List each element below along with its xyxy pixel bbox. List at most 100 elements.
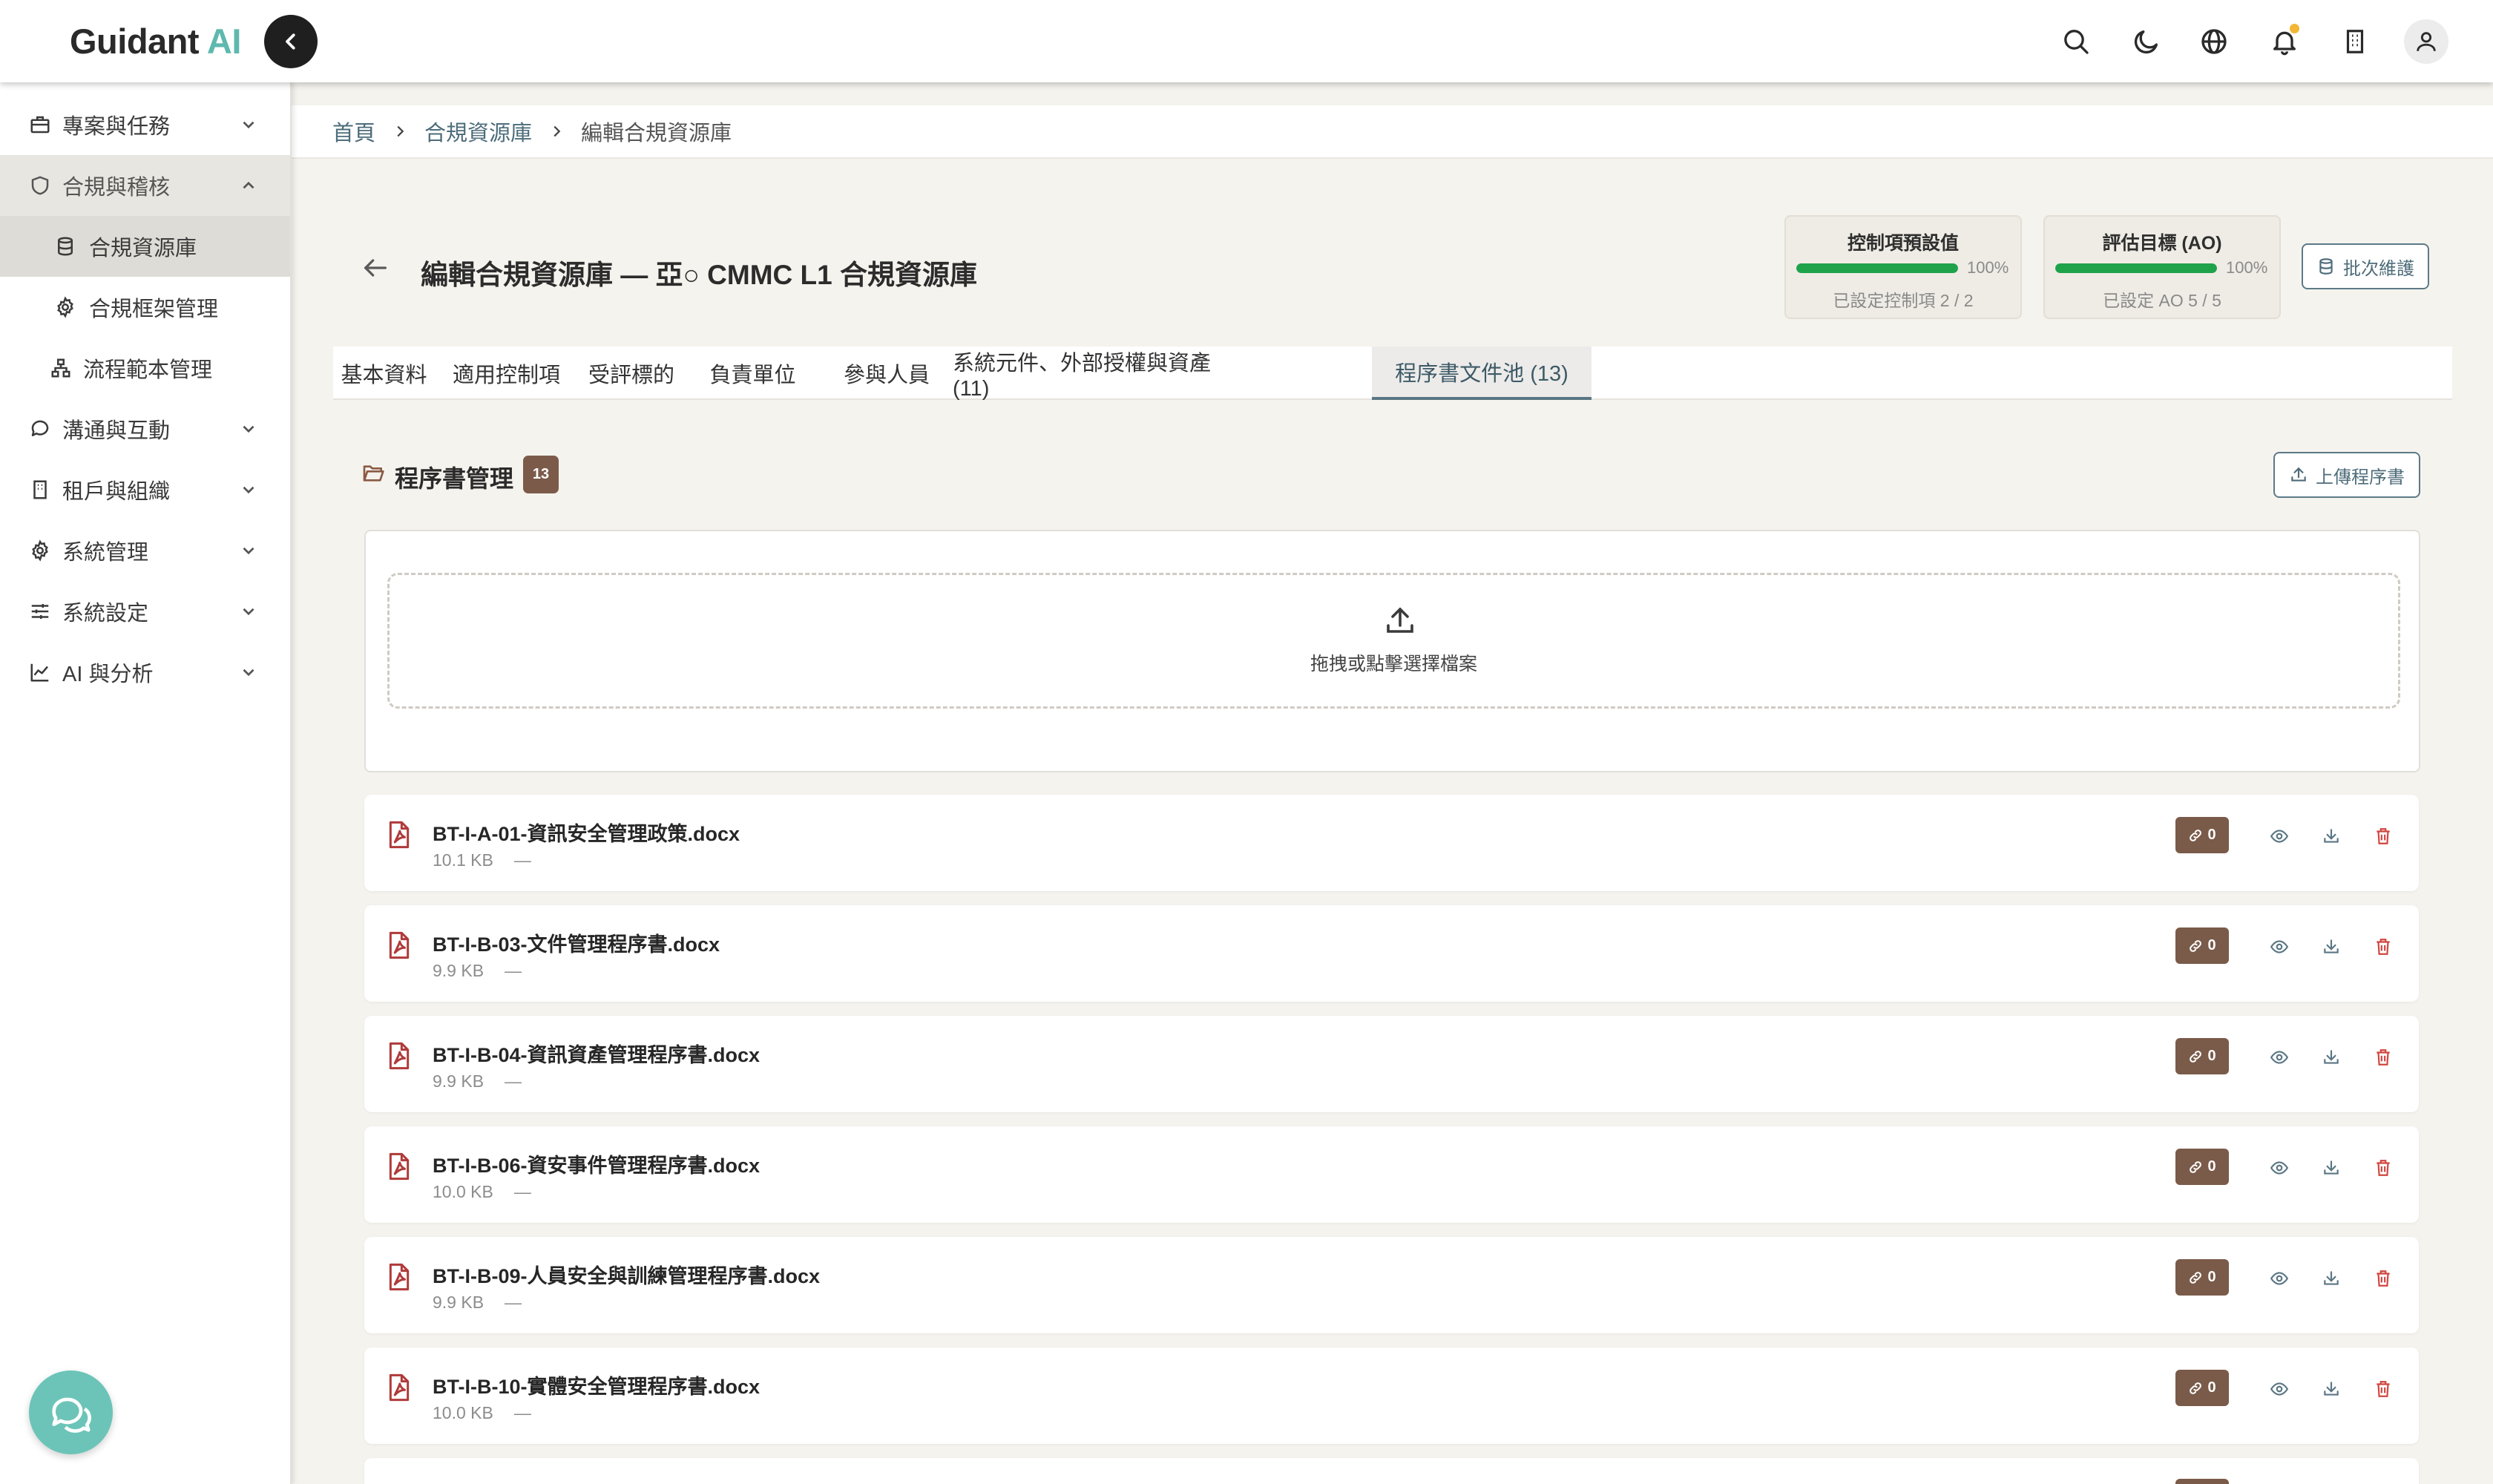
preview-button[interactable] xyxy=(2267,824,2291,848)
link-count-badge[interactable]: 0 xyxy=(2175,928,2229,964)
delete-button[interactable] xyxy=(2371,824,2395,848)
sidebar-collapse-button[interactable] xyxy=(264,15,318,68)
batch-maintain-button[interactable]: 批次維護 xyxy=(2302,243,2429,289)
tab-basic-info[interactable]: 基本資料 xyxy=(333,347,435,400)
upload-procedure-button[interactable]: 上傳程序書 xyxy=(2273,452,2420,498)
delete-button[interactable] xyxy=(2371,1267,2395,1290)
download-button[interactable] xyxy=(2319,935,2343,959)
delete-button[interactable] xyxy=(2371,1045,2395,1069)
sidebar-item-label: 租戶與組織 xyxy=(62,480,171,504)
breadcrumb: 首頁 合規資源庫 編輯合規資源庫 xyxy=(292,105,2493,159)
language-button[interactable] xyxy=(2195,22,2233,61)
batch-maintain-label: 批次維護 xyxy=(2343,258,2414,279)
delete-button[interactable] xyxy=(2371,1377,2395,1401)
file-meta: 9.9 KB — xyxy=(433,1293,522,1313)
preview-button[interactable] xyxy=(2267,935,2291,959)
upload-icon xyxy=(2291,467,2306,482)
link-count-badge[interactable] xyxy=(2175,1479,2229,1484)
moon-icon xyxy=(2134,30,2158,54)
chevron-down-icon xyxy=(243,547,254,555)
organization-button[interactable] xyxy=(2336,22,2374,61)
stat-card-control-defaults: 控制項預設值 100% 已設定控制項 2 / 2 xyxy=(1784,215,2022,319)
delete-button[interactable] xyxy=(2371,935,2395,959)
file-row: BT-I-B-04-資訊資產管理程序書.docx 9.9 KB — 0 xyxy=(364,1016,2419,1112)
link-count-badge[interactable]: 0 xyxy=(2175,817,2229,853)
count-badge: 13 xyxy=(523,456,559,493)
sidebar-item-framework-management[interactable]: 合規框架管理 xyxy=(0,277,290,338)
file-dropzone[interactable]: 拖拽或點擊選擇檔案 xyxy=(387,573,2400,709)
file-row xyxy=(364,1458,2419,1484)
tab-system-components[interactable]: 系統元件、外部授權與資產 (11) xyxy=(953,347,1249,401)
link-icon xyxy=(2190,1050,2202,1063)
chat-bubbles-icon xyxy=(51,1397,91,1433)
upload-panel: 拖拽或點擊選擇檔案 xyxy=(364,530,2420,772)
link-count: 0 xyxy=(2207,1158,2216,1175)
link-count-badge[interactable]: 0 xyxy=(2175,1259,2229,1296)
theme-toggle-button[interactable] xyxy=(2127,22,2166,61)
link-count-badge[interactable]: 0 xyxy=(2175,1038,2229,1074)
tab-label: 參與人員 xyxy=(843,364,930,387)
tab-procedure-pool[interactable]: 程序書文件池 (13) xyxy=(1372,347,1592,400)
database-icon xyxy=(2319,258,2333,275)
link-count-badge[interactable]: 0 xyxy=(2175,1370,2229,1406)
tab-bar: 基本資料 適用控制項 受評標的 負責單位 參與人員 系統元件、外部授權與資產 (… xyxy=(333,347,2452,401)
sidebar-item-tenants[interactable]: 租戶與組織 xyxy=(0,459,290,520)
breadcrumb-home-link[interactable]: 首頁 xyxy=(332,116,375,147)
sidebar-item-process-templates[interactable]: 流程範本管理 xyxy=(0,338,290,398)
chat-fab-button[interactable] xyxy=(29,1370,113,1454)
section-title: 程序書管理 xyxy=(395,465,514,492)
notifications-button[interactable] xyxy=(2265,22,2304,61)
sidebar-item-system-management[interactable]: 系統管理 xyxy=(0,520,290,581)
chevron-right-icon xyxy=(554,125,561,137)
tab-label: 受評標的 xyxy=(588,364,674,387)
file-document-icon xyxy=(389,1042,410,1070)
tab-applicable-controls[interactable]: 適用控制項 xyxy=(435,347,578,400)
upload-procedure-label: 上傳程序書 xyxy=(2316,467,2405,487)
sidebar-item-compliance[interactable]: 合規與稽核 xyxy=(0,155,290,216)
eye-icon xyxy=(2270,1051,2289,1064)
sidebar-item-communication[interactable]: 溝通與互動 xyxy=(0,398,290,459)
eye-icon xyxy=(2270,940,2289,953)
sidebar-item-system-settings[interactable]: 系統設定 xyxy=(0,581,290,642)
file-name[interactable]: BT-I-B-09-人員安全與訓練管理程序書.docx xyxy=(433,1260,820,1289)
tab-assessed-targets[interactable]: 受評標的 xyxy=(578,347,685,400)
tab-responsible-units[interactable]: 負責單位 xyxy=(685,347,821,400)
file-document-icon xyxy=(389,1152,410,1181)
sidebar-item-label: 溝通與互動 xyxy=(62,419,171,443)
search-button[interactable] xyxy=(2057,22,2095,61)
back-arrow-icon[interactable] xyxy=(361,253,390,283)
file-meta: 9.9 KB — xyxy=(433,1071,522,1091)
file-meta: 10.1 KB — xyxy=(433,850,531,870)
file-meta: 10.0 KB — xyxy=(433,1403,531,1423)
tab-participants[interactable]: 參與人員 xyxy=(821,347,953,400)
file-row: BT-I-A-01-資訊安全管理政策.docx 10.1 KB — 0 xyxy=(364,795,2419,891)
preview-button[interactable] xyxy=(2267,1156,2291,1180)
sidebar-item-projects[interactable]: 專案與任務 xyxy=(0,94,290,155)
tab-label: 程序書文件池 (13) xyxy=(1395,362,1569,386)
file-extra: — xyxy=(513,1403,531,1422)
brand-logo[interactable]: Guidant AI xyxy=(70,21,241,62)
search-icon xyxy=(2064,30,2089,54)
link-count-badge[interactable]: 0 xyxy=(2175,1149,2229,1185)
user-avatar-button[interactable] xyxy=(2404,19,2448,64)
download-button[interactable] xyxy=(2319,1156,2343,1180)
file-size: 9.9 KB xyxy=(433,961,485,980)
link-count: 0 xyxy=(2207,1048,2216,1064)
preview-button[interactable] xyxy=(2267,1377,2291,1401)
stat-subtitle: 已設定控制項 2 / 2 xyxy=(1833,291,1974,310)
sidebar-item-ai-analytics[interactable]: AI 與分析 xyxy=(0,642,290,703)
file-name[interactable]: BT-I-B-04-資訊資產管理程序書.docx xyxy=(433,1039,760,1068)
file-name[interactable]: BT-I-B-10-實體安全管理程序書.docx xyxy=(433,1370,760,1399)
sidebar-item-compliance-library[interactable]: 合規資源庫 xyxy=(0,216,290,277)
preview-button[interactable] xyxy=(2267,1267,2291,1290)
breadcrumb-library-link[interactable]: 合規資源庫 xyxy=(424,116,532,147)
download-button[interactable] xyxy=(2319,824,2343,848)
file-name[interactable]: BT-I-B-06-資安事件管理程序書.docx xyxy=(433,1149,760,1178)
preview-button[interactable] xyxy=(2267,1045,2291,1069)
download-button[interactable] xyxy=(2319,1267,2343,1290)
file-name[interactable]: BT-I-B-03-文件管理程序書.docx xyxy=(433,928,720,957)
download-button[interactable] xyxy=(2319,1045,2343,1069)
file-name[interactable]: BT-I-A-01-資訊安全管理政策.docx xyxy=(433,818,740,847)
delete-button[interactable] xyxy=(2371,1156,2395,1180)
download-button[interactable] xyxy=(2319,1377,2343,1401)
